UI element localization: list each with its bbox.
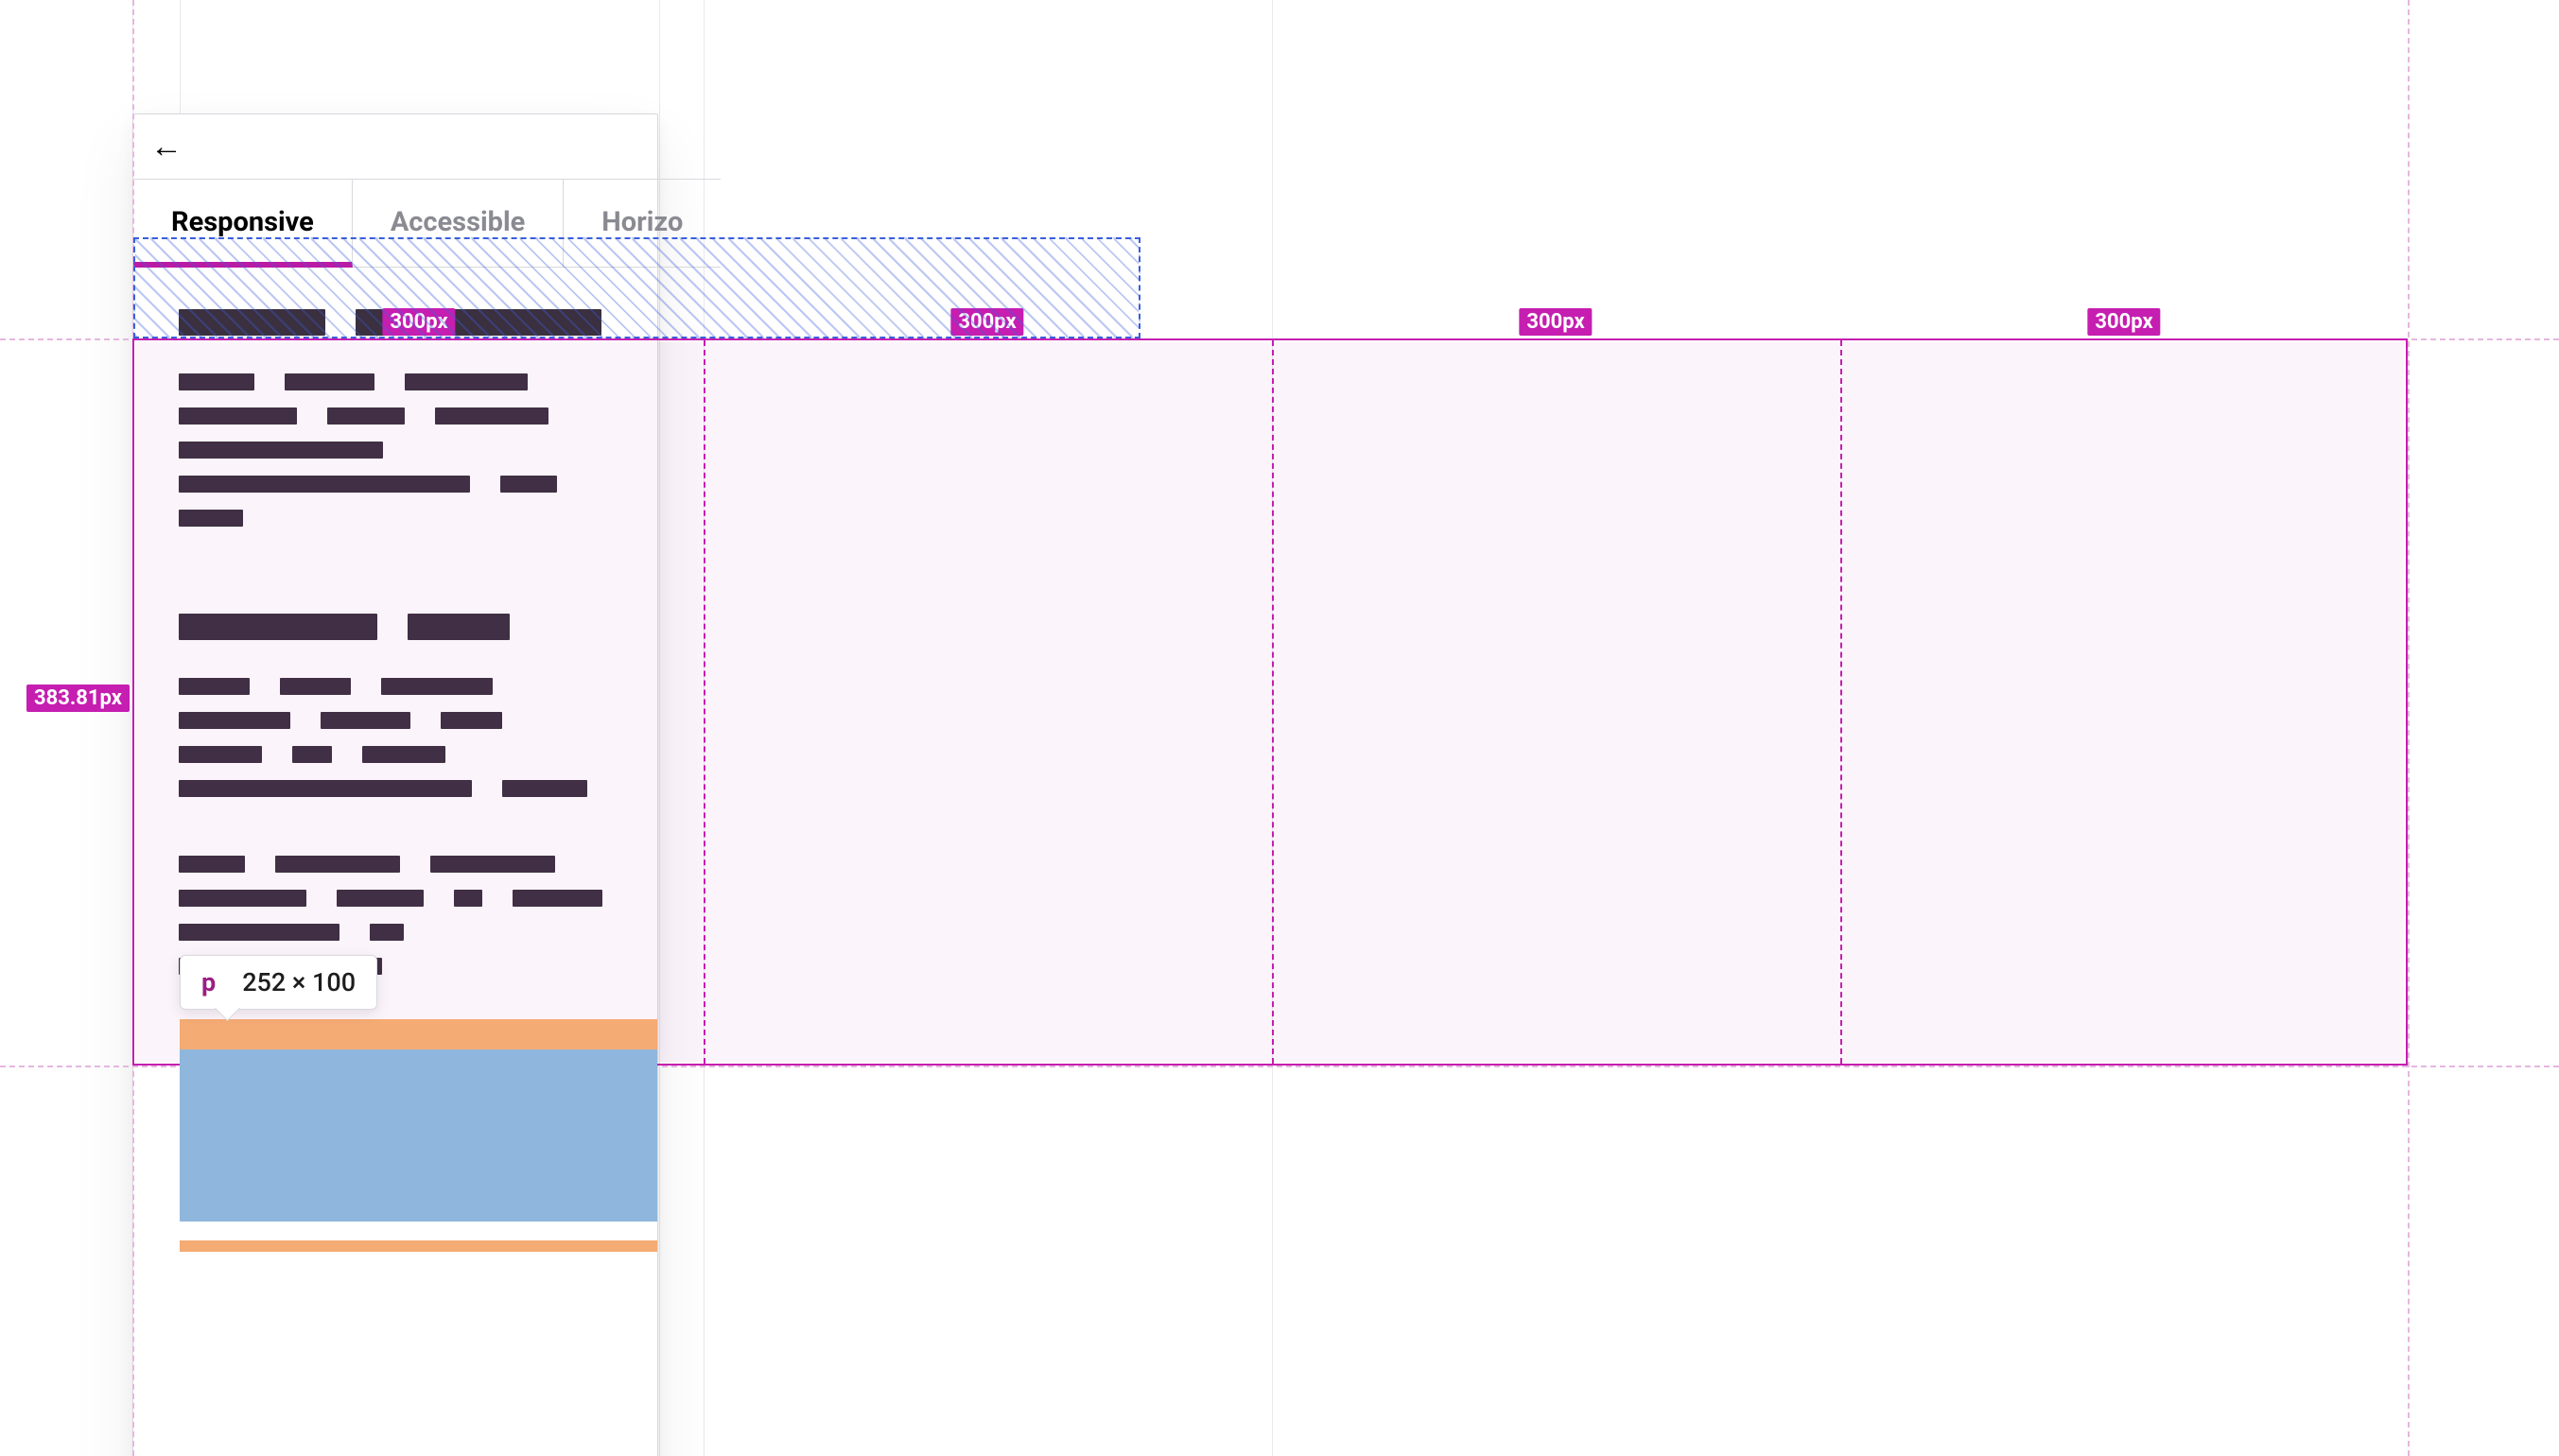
redacted-heading: [179, 614, 612, 640]
tab-horizontal[interactable]: Horizo: [564, 179, 721, 268]
grid-guide-extension: [2408, 0, 2410, 1456]
grid-track-size-label: 300px: [1519, 308, 1592, 336]
grid-track-size-label: 300px: [2087, 308, 2160, 336]
back-arrow-icon[interactable]: ←: [150, 130, 183, 163]
tab-accessible[interactable]: Accessible: [353, 179, 564, 268]
redacted-heading: [179, 309, 612, 336]
tabpanel-content: [133, 268, 657, 975]
preview-header: ←: [133, 114, 657, 179]
canvas-column-guide: [1272, 0, 1273, 1456]
preview-device-frame: ← Responsive Accessible Horizo: [132, 113, 658, 1456]
tabs-row: Responsive Accessible Horizo: [133, 179, 657, 268]
redacted-paragraph: [179, 373, 612, 527]
tooltip-tag-name: p: [201, 967, 216, 997]
devtools-boxmodel-highlight: [180, 1019, 657, 1252]
grid-row-size-label: 383.81px: [26, 685, 130, 712]
grid-track-line: [1840, 340, 1842, 1064]
grid-track-line: [1272, 340, 1274, 1064]
tab-responsive[interactable]: Responsive: [133, 179, 353, 268]
grid-track-size-label: 300px: [950, 308, 1023, 336]
tooltip-dimensions: 252 × 100: [242, 967, 356, 997]
grid-track-line: [704, 340, 705, 1064]
redacted-paragraph: [179, 678, 612, 797]
devtools-element-tooltip: p 252 × 100: [180, 955, 377, 1010]
